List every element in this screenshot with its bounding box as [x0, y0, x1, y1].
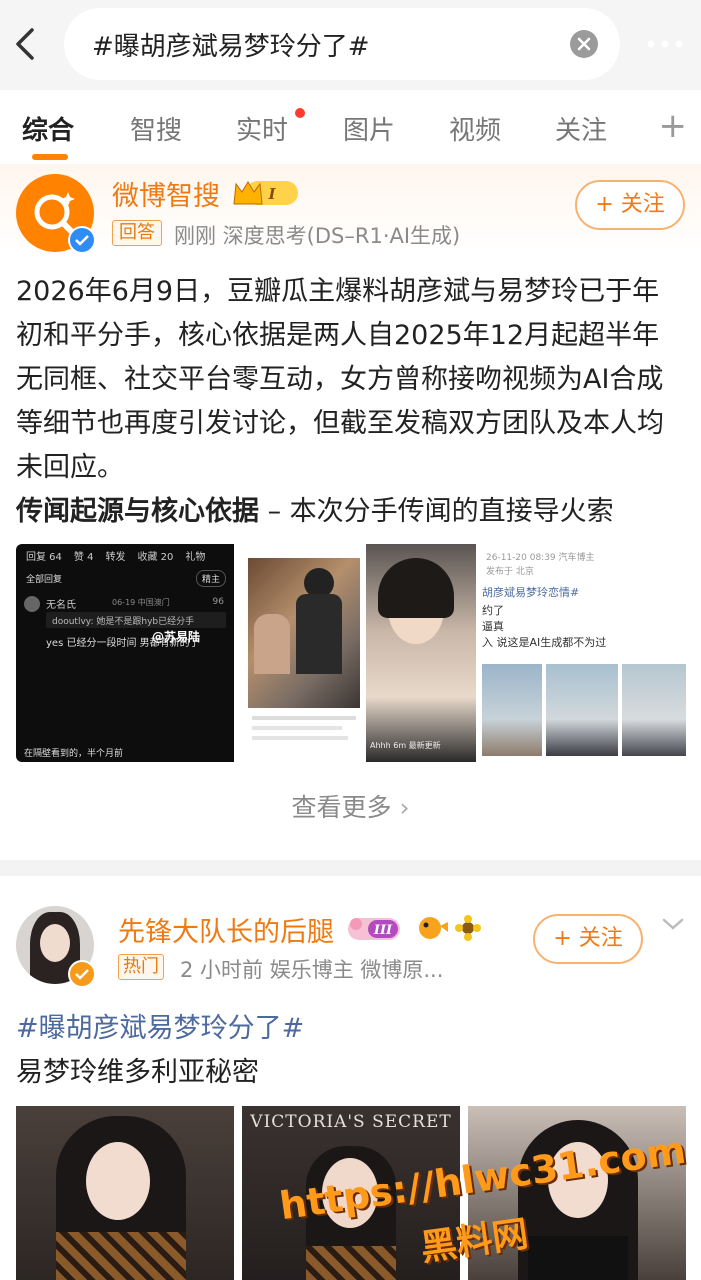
chevron-down-icon[interactable] [661, 916, 685, 932]
tab-overall[interactable]: 综合 [22, 110, 74, 147]
commenter-avatar [24, 596, 40, 612]
subheading-tail: – 本次分手传闻的直接导火索 [259, 496, 614, 527]
post-subheading: 传闻起源与核心依据 – 本次分手传闻的直接导火索 [16, 490, 686, 534]
tab-images[interactable]: 图片 [343, 110, 395, 147]
see-more-link[interactable]: 查看更多 › [0, 788, 701, 824]
reply-text: 她是不是跟hyb已经分手 [96, 617, 195, 627]
screenshot-hashtag: 胡彦斌易梦玲恋情# [482, 586, 580, 599]
post-text: 易梦玲维多利亚秘密 [16, 1057, 259, 1088]
post-image[interactable] [468, 1106, 686, 1280]
post-card-smart-search: 微博智搜 I 回答 刚刚 深度思考(DS–R1·AI生成) + 关注 2026年… [0, 164, 701, 860]
answer-tag: 回答 [112, 220, 162, 246]
verified-badge-icon [68, 226, 96, 254]
hot-tag: 热门 [118, 954, 164, 980]
post-image-grid: VICTORIA'S SECRET [16, 1106, 686, 1280]
tab-videos[interactable]: 视频 [449, 110, 501, 147]
level-badge-text: III [373, 923, 393, 938]
search-query: #曝胡彦斌易梦玲分了# [92, 32, 370, 62]
more-icon[interactable] [645, 32, 685, 56]
screenshot-line: 入 说这是AI生成都不为过 [482, 636, 607, 649]
tab-following[interactable]: 关注 [555, 110, 607, 147]
chevron-right-icon: › [399, 793, 410, 822]
screenshot-location: 发布于 北京 [486, 567, 534, 577]
commenter-name: 无名氏 [46, 600, 76, 611]
tab-smart-search[interactable]: 智搜 [130, 110, 182, 147]
topic-hashtag[interactable]: #曝胡彦斌易梦玲分了# [16, 1006, 304, 1045]
image-sort-label: 全部回复 [26, 575, 63, 585]
image-tab: 收藏 20 [137, 552, 174, 563]
comment-meta: 06-19 中国澳门 [112, 598, 170, 607]
tab-bar: 综合 智搜 实时 图片 视频 关注 + [0, 90, 701, 164]
post-image-comment-screenshot[interactable]: 回复 64 赞 4 转发 收藏 20 礼物 全部回复 精主 无名氏 06-19 中国澳门… [16, 544, 234, 762]
user-badges-icon: III [348, 915, 481, 941]
author-name[interactable]: 先锋大队长的后腿 [118, 910, 334, 949]
post-image-grid: 回复 64 赞 4 转发 收藏 20 礼物 全部回复 精主 无名氏 06-19 中国澳门… [16, 544, 686, 762]
follow-button[interactable]: + 关注 [575, 180, 685, 230]
image-tab: 转发 [105, 552, 126, 563]
image-tab: 赞 4 [73, 552, 94, 563]
post-image-selfie[interactable]: Ahhh 6m 最新更新 [366, 544, 476, 762]
reply-user: dooutlvy [52, 617, 91, 627]
verified-badge-icon [68, 960, 96, 988]
post-meta: 刚刚 深度思考(DS–R1·AI生成) [174, 224, 461, 248]
see-more-label: 查看更多 [291, 793, 392, 822]
image-footer-text: 在隔壁看到的，半个月前 [24, 749, 124, 759]
screenshot-line: 约了 [482, 604, 504, 617]
post-image[interactable]: VICTORIA'S SECRET [242, 1106, 460, 1280]
image-tab: 回复 64 [26, 552, 62, 563]
post-meta: 2 小时前 娱乐博主 微博原... [180, 958, 444, 982]
screenshot-line: 逼真 [482, 620, 504, 633]
clear-icon[interactable] [570, 30, 598, 58]
top-bar: #曝胡彦斌易梦玲分了# [0, 0, 701, 90]
post-image-couple-screenshot[interactable]: 26-11-20 08:39 汽车博主 发布于 北京 胡彦斌易梦玲恋情# 约了 … [482, 544, 686, 762]
active-tab-indicator [32, 154, 68, 160]
follow-button[interactable]: + 关注 [533, 914, 643, 964]
post-paragraph: 2026年6月9日，豆瓣瓜主爆料胡彦斌与易梦玲已于年初和平分手，核心依据是两人自… [16, 276, 664, 483]
image-brand-text: VICTORIA'S SECRET [250, 1112, 452, 1132]
subheading-title: 传闻起源与核心依据 [16, 496, 259, 527]
new-dot-icon [295, 108, 305, 118]
author-name[interactable]: 微博智搜 [112, 174, 220, 213]
crown-level-badge-icon: I [233, 181, 298, 205]
back-arrow-icon[interactable] [10, 24, 42, 64]
post-body: 2026年6月9日，豆瓣瓜主爆料胡彦斌与易梦玲已于年初和平分手，核心依据是两人自… [16, 270, 686, 534]
screenshot-header: 26-11-20 08:39 汽车博主 [486, 553, 595, 563]
comment-like-count: 96 [212, 597, 224, 607]
level-badge-text: I [267, 185, 276, 203]
post-image-restaurant-collage[interactable] [248, 544, 360, 762]
search-input[interactable]: #曝胡彦斌易梦玲分了# [64, 8, 620, 80]
image-sort-button: 精主 [195, 570, 226, 587]
add-tab-icon[interactable]: + [659, 106, 688, 146]
image-caption: Ahhh 6m 最新更新 [370, 741, 441, 750]
image-tab: 礼物 [185, 552, 206, 563]
tab-realtime[interactable]: 实时 [236, 110, 288, 147]
image-watermark: @苏易陆 [152, 630, 201, 644]
post-card-user: 先锋大队长的后腿 III 热门 2 小时前 娱乐博主 微博原... + 关注 #… [0, 876, 701, 1280]
post-image[interactable] [16, 1106, 234, 1280]
